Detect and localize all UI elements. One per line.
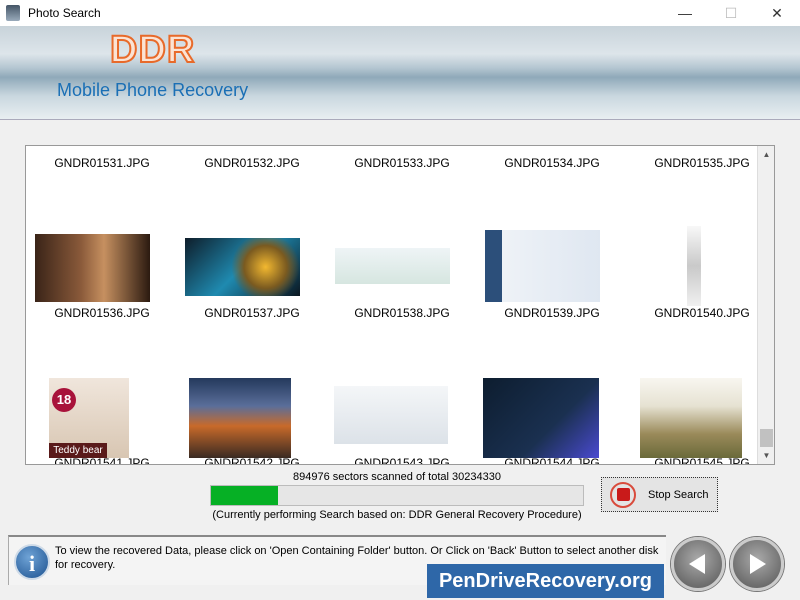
procedure-text: (Currently performing Search based on: D… <box>212 509 582 521</box>
photo-thumbnail[interactable] <box>35 234 150 302</box>
photo-grid[interactable]: GNDR01545.JPG GNDR01544.JPG GNDR01543.JPG G… <box>25 145 775 465</box>
minimize-button[interactable]: — <box>662 0 708 26</box>
photo-thumbnail[interactable]: 18 Teddy bear <box>49 378 129 458</box>
scroll-thumb[interactable] <box>760 429 773 447</box>
photo-item[interactable]: GNDR01543.JPG <box>327 306 477 465</box>
vertical-scrollbar[interactable]: ▲ ▼ <box>757 146 774 464</box>
photo-item[interactable]: GNDR01532.JPG <box>177 146 327 170</box>
photo-filename: GNDR01540.JPG <box>654 306 750 320</box>
progress-fill <box>211 486 278 505</box>
photo-filename: GNDR01541.JPG <box>54 456 150 465</box>
photo-filename: GNDR01544.JPG <box>504 456 600 465</box>
photo-item[interactable]: GNDR01536.JPG <box>27 156 177 320</box>
photo-thumbnail[interactable] <box>334 386 448 444</box>
watermark: PenDriveRecovery.org <box>427 564 664 598</box>
thumb-badge: 18 <box>52 388 76 412</box>
arrow-left-icon <box>689 554 705 574</box>
photo-filename: GNDR01537.JPG <box>204 306 300 320</box>
photo-filename: GNDR01538.JPG <box>354 306 450 320</box>
photo-item[interactable]: GNDR01542.JPG <box>177 306 327 465</box>
photo-filename: GNDR01534.JPG <box>504 156 600 170</box>
next-button[interactable] <box>730 537 784 591</box>
photo-thumbnail[interactable] <box>483 378 599 458</box>
window-title: Photo Search <box>28 6 101 20</box>
arrow-right-icon <box>750 554 766 574</box>
photo-filename: GNDR01545.JPG <box>654 456 750 465</box>
close-button[interactable]: ✕ <box>754 0 800 26</box>
photo-item[interactable]: GNDR01533.JPG <box>327 146 477 170</box>
photo-item[interactable]: GNDR01535.JPG <box>627 146 774 170</box>
stop-search-label: Stop Search <box>648 488 709 501</box>
photo-item[interactable]: GNDR01537.JPG <box>177 156 327 320</box>
maximize-button[interactable]: ☐ <box>708 0 754 26</box>
photo-filename: GNDR01535.JPG <box>654 156 750 170</box>
photo-item[interactable]: GNDR01540.JPG <box>627 156 774 320</box>
product-tagline: Mobile Phone Recovery <box>57 80 249 100</box>
scan-status: 894976 sectors scanned of total 30234330 <box>293 471 501 483</box>
photo-thumbnail[interactable] <box>687 226 701 306</box>
back-button[interactable] <box>671 537 725 591</box>
photo-thumbnail[interactable] <box>485 230 600 302</box>
photo-item[interactable]: GNDR01544.JPG <box>477 306 627 465</box>
photo-filename: GNDR01536.JPG <box>54 306 150 320</box>
photo-thumbnail[interactable] <box>189 378 291 458</box>
info-icon: i <box>14 544 50 580</box>
photo-thumbnail[interactable] <box>640 378 742 458</box>
photo-item[interactable]: GNDR01531.JPG <box>27 146 177 170</box>
title-bar: Photo Search — ☐ ✕ <box>0 0 800 26</box>
photo-item[interactable]: GNDR01539.JPG <box>477 156 627 320</box>
photo-item[interactable]: GNDR01545.JPG <box>627 306 774 465</box>
logo: DDR <box>109 28 196 72</box>
photo-filename: GNDR01533.JPG <box>354 156 450 170</box>
photo-filename: GNDR01542.JPG <box>204 456 300 465</box>
photo-thumbnail[interactable] <box>335 248 450 284</box>
progress-bar <box>210 485 584 506</box>
stop-icon <box>610 481 636 508</box>
photo-filename: GNDR01543.JPG <box>354 456 450 465</box>
photo-filename: GNDR01539.JPG <box>504 306 600 320</box>
photo-item[interactable]: 18 Teddy bear GNDR01541.JPG <box>27 306 177 465</box>
stop-search-button[interactable]: Stop Search <box>601 477 718 512</box>
photo-filename: GNDR01531.JPG <box>54 156 150 170</box>
photo-item[interactable]: GNDR01538.JPG <box>327 156 477 320</box>
photo-thumbnail[interactable] <box>185 238 300 296</box>
app-icon <box>6 5 20 21</box>
photo-filename: GNDR01532.JPG <box>204 156 300 170</box>
photo-item[interactable]: GNDR01534.JPG <box>477 146 627 170</box>
header-banner: DDR Mobile Phone Recovery <box>0 26 800 120</box>
scroll-down-icon[interactable]: ▼ <box>758 447 774 464</box>
scroll-up-icon[interactable]: ▲ <box>758 146 774 163</box>
